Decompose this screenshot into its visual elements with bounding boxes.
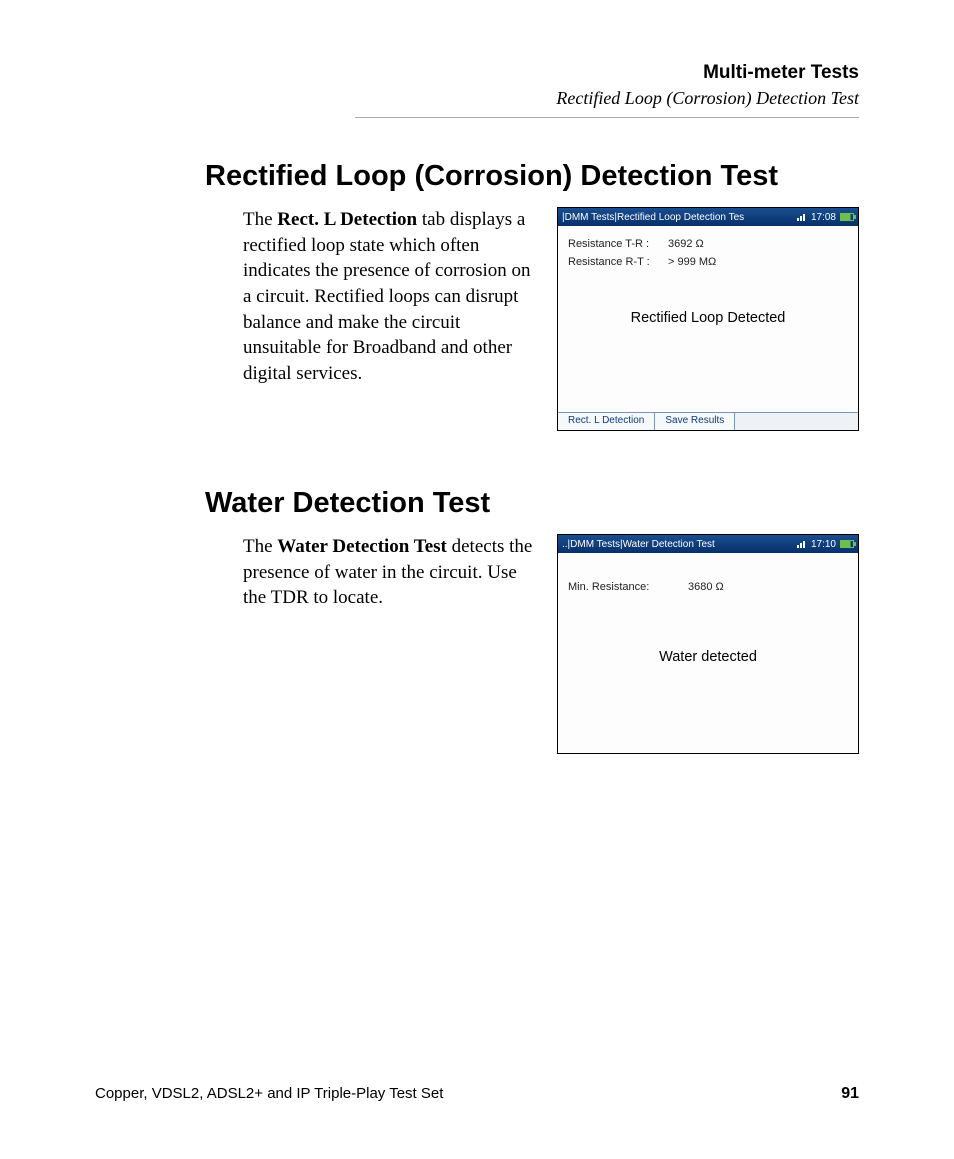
para-bold: Rect. L Detection xyxy=(277,209,417,230)
device-screenshot-water-detection: ..|DMM Tests|Water Detection Test 17:10 … xyxy=(557,534,859,754)
device-message: Water detected xyxy=(568,649,848,665)
device-body: Resistance T-R : 3692 Ω Resistance R-T :… xyxy=(558,226,858,412)
section-paragraph: The Rect. L Detection tab displays a rec… xyxy=(243,207,539,386)
device-tab-rect-l-detection[interactable]: Rect. L Detection xyxy=(558,413,655,430)
device-row-value: 3680 Ω xyxy=(688,581,724,593)
device-clock: 17:08 xyxy=(811,212,836,223)
device-body: Min. Resistance: 3680 Ω Water detected xyxy=(558,553,858,753)
running-head-chapter: Multi-meter Tests xyxy=(95,62,859,84)
battery-icon xyxy=(840,213,854,221)
device-row: Resistance T-R : 3692 Ω xyxy=(568,238,848,250)
para-pre: The xyxy=(243,209,277,230)
device-row-value: > 999 MΩ xyxy=(668,256,716,268)
device-titlebar: ..|DMM Tests|Water Detection Test 17:10 xyxy=(558,535,858,553)
section-title-rectified-loop: Rectified Loop (Corrosion) Detection Tes… xyxy=(205,160,859,193)
device-status-area: 17:08 xyxy=(797,212,854,223)
para-post: tab displays a rectified loop state whic… xyxy=(243,209,531,384)
device-row: Resistance R-T : > 999 MΩ xyxy=(568,256,848,268)
page-footer: Copper, VDSL2, ADSL2+ and IP Triple-Play… xyxy=(95,1085,859,1103)
device-row-label: Resistance R-T : xyxy=(568,256,668,268)
section-body-water-detection: The Water Detection Test detects the pre… xyxy=(243,534,859,754)
running-head-section: Rectified Loop (Corrosion) Detection Tes… xyxy=(95,88,859,109)
signal-icon xyxy=(797,213,807,221)
device-row: Min. Resistance: 3680 Ω xyxy=(568,581,848,593)
para-pre: The xyxy=(243,536,277,557)
device-clock: 17:10 xyxy=(811,539,836,550)
battery-icon xyxy=(840,540,854,548)
device-tabs: Rect. L Detection Save Results xyxy=(558,412,858,430)
running-head: Multi-meter Tests Rectified Loop (Corros… xyxy=(95,62,859,118)
footer-product: Copper, VDSL2, ADSL2+ and IP Triple-Play… xyxy=(95,1085,443,1103)
device-tab-save-results[interactable]: Save Results xyxy=(655,413,735,430)
section-paragraph: The Water Detection Test detects the pre… xyxy=(243,534,539,611)
signal-icon xyxy=(797,540,807,548)
device-status-area: 17:10 xyxy=(797,539,854,550)
device-screenshot-rectified-loop: |DMM Tests|Rectified Loop Detection Tes … xyxy=(557,207,859,431)
device-row-value: 3692 Ω xyxy=(668,238,704,250)
device-breadcrumb: |DMM Tests|Rectified Loop Detection Tes xyxy=(562,212,797,223)
device-titlebar: |DMM Tests|Rectified Loop Detection Tes … xyxy=(558,208,858,226)
device-breadcrumb: ..|DMM Tests|Water Detection Test xyxy=(562,539,797,550)
section-title-water-detection: Water Detection Test xyxy=(205,487,859,520)
device-row-label: Min. Resistance: xyxy=(568,581,688,593)
running-head-rule xyxy=(355,117,859,118)
para-bold: Water Detection Test xyxy=(277,536,447,557)
section-body-rectified-loop: The Rect. L Detection tab displays a rec… xyxy=(243,207,859,431)
device-message: Rectified Loop Detected xyxy=(568,310,848,326)
footer-page-number: 91 xyxy=(841,1085,859,1103)
device-row-label: Resistance T-R : xyxy=(568,238,668,250)
